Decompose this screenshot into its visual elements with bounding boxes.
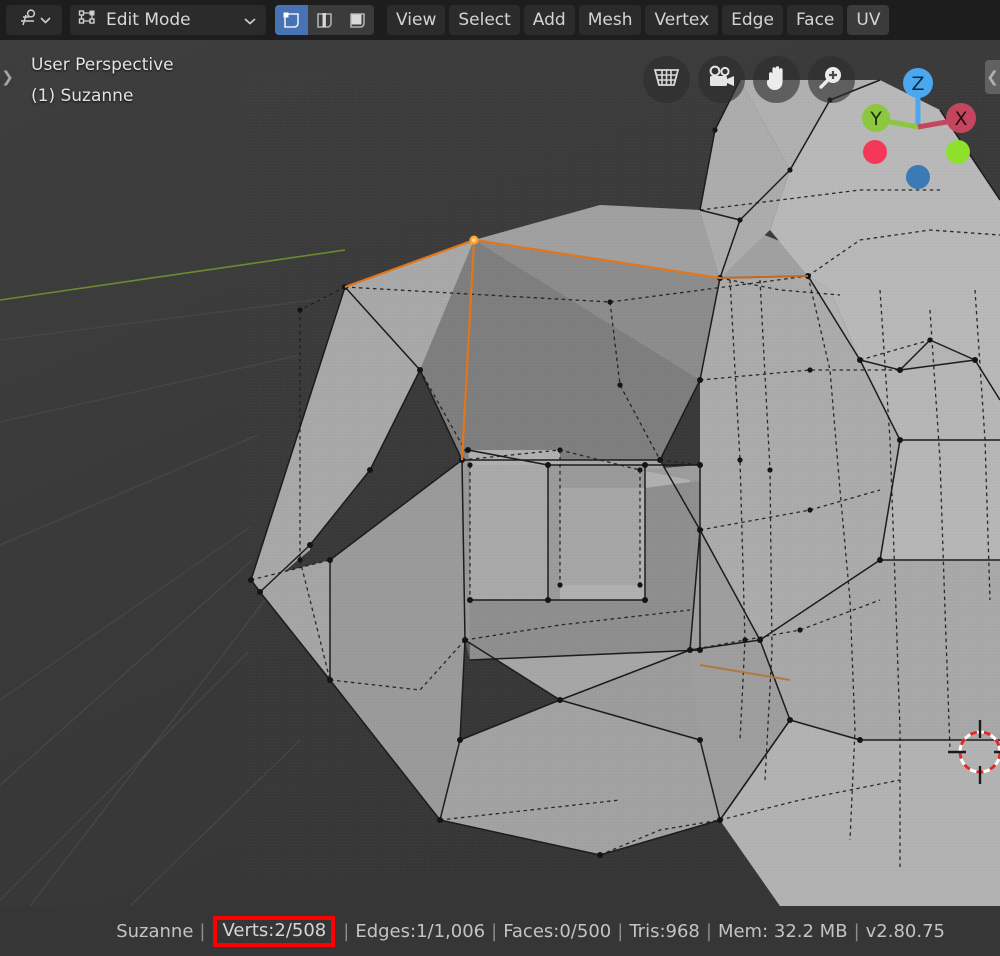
navigation-gizmo[interactable]: Z Y X (850, 50, 990, 190)
gizmo-axis-neg-z (906, 165, 930, 189)
status-separator: | (199, 920, 206, 942)
status-separator: | (853, 920, 860, 942)
select-mode-group (275, 5, 374, 35)
editor-type-selector[interactable] (6, 5, 62, 35)
mode-label: Edit Mode (106, 10, 191, 30)
menu-vertex[interactable]: Vertex (645, 5, 719, 35)
toggle-perspective-ortho-button[interactable] (643, 56, 690, 103)
face-select-mode-button[interactable] (341, 5, 374, 35)
menu-add[interactable]: Add (523, 5, 575, 35)
menu-mesh[interactable]: Mesh (578, 5, 642, 35)
svg-text:X: X (954, 108, 967, 130)
status-separator: | (617, 920, 624, 942)
menu-view[interactable]: View (387, 5, 446, 35)
viewport-header: Edit Mode View Select Add Mesh Vertex Ed… (0, 0, 1000, 40)
3d-viewport-icon (18, 8, 38, 33)
status-object-name: Suzanne (116, 920, 194, 942)
magnifier-plus-icon (818, 64, 845, 95)
menu-uv[interactable]: UV (847, 5, 890, 35)
mode-dropdown[interactable]: Edit Mode (70, 5, 266, 35)
chevron-down-icon (244, 10, 256, 30)
menu-select[interactable]: Select (449, 5, 520, 35)
edge-select-mode-button[interactable] (308, 5, 341, 35)
chevron-down-icon (39, 16, 51, 24)
status-edges: Edges:1/1,006 (355, 920, 486, 942)
svg-text:Y: Y (869, 108, 882, 130)
camera-view-button[interactable] (698, 56, 745, 103)
gizmo-axis-neg-y (946, 140, 970, 164)
grid-perspective-icon (653, 64, 680, 95)
status-separator: | (705, 920, 712, 942)
menu-face[interactable]: Face (786, 5, 844, 35)
status-separator: | (491, 920, 498, 942)
status-memory: Mem: 32.2 MB (717, 920, 848, 942)
3d-viewport[interactable]: User Perspective (1) Suzanne ❯ ❮ Z Y X (0, 40, 1000, 906)
status-separator: | (343, 920, 350, 942)
blender-window: Edit Mode View Select Add Mesh Vertex Ed… (0, 0, 1000, 956)
status-version: v2.80.75 (865, 920, 945, 942)
vertex-select-mode-button[interactable] (275, 5, 308, 35)
pan-view-button[interactable] (753, 56, 800, 103)
menu-edge[interactable]: Edge (722, 5, 783, 35)
zoom-view-button[interactable] (808, 56, 855, 103)
status-bar: Suzanne | Verts:2/508 | Edges:1/1,006 | … (0, 906, 1000, 956)
svg-text:Z: Z (911, 73, 924, 95)
status-faces: Faces:0/500 (503, 920, 612, 942)
camera-icon (707, 64, 736, 95)
gizmo-axis-neg-x (863, 140, 887, 164)
hand-icon (764, 64, 790, 96)
open-toolbar-arrow[interactable]: ❯ (0, 60, 15, 94)
edit-mode-icon (78, 8, 97, 32)
viewport-nav-buttons (643, 56, 855, 103)
status-verts-highlighted: Verts:2/508 (213, 915, 336, 947)
status-tris: Tris:968 (629, 920, 700, 942)
